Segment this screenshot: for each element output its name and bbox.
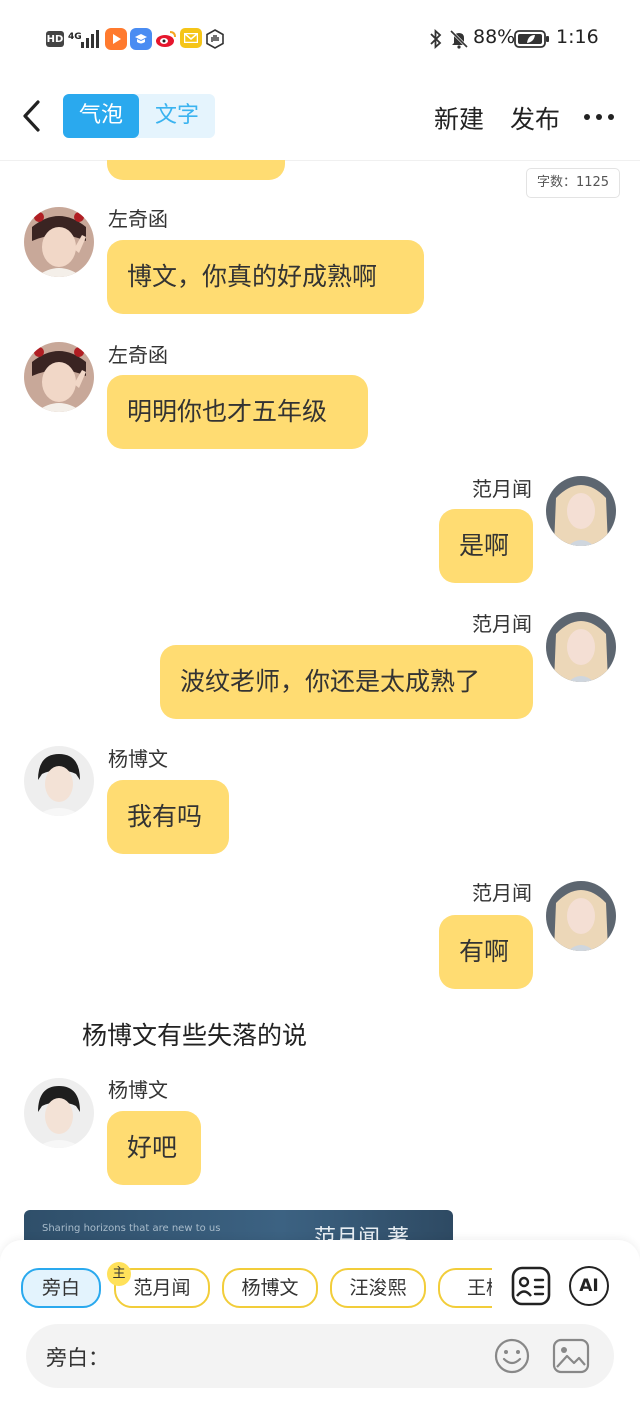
tab-text[interactable]: 文字 xyxy=(139,94,215,138)
word-count-badge: 字数：1125 xyxy=(526,168,620,198)
battery-icon xyxy=(514,28,550,50)
avatar-fanyuewen[interactable] xyxy=(546,476,616,546)
avatar-yangbowen[interactable] xyxy=(24,746,94,816)
mode-switch: 气泡 文字 xyxy=(63,94,215,138)
publish-button[interactable]: 发布 xyxy=(510,100,560,136)
bell-mute-icon xyxy=(449,28,469,50)
more-icon[interactable] xyxy=(584,114,614,120)
weibo-icon xyxy=(155,28,177,50)
character-chip-narrator[interactable]: 旁白 xyxy=(21,1268,101,1308)
top-bar: 气泡 文字 新建 发布 xyxy=(0,80,640,161)
image-icon[interactable] xyxy=(552,1338,590,1374)
avatar-zuoqihan[interactable] xyxy=(24,207,94,277)
character-chip[interactable]: 王櫓 xyxy=(438,1268,492,1308)
back-button[interactable] xyxy=(18,96,50,136)
input-role-label: 旁白： xyxy=(46,1346,109,1370)
compose-panel: 旁白 范月闻 主 杨博文 汪浚熙 王櫓 AI 旁白： xyxy=(0,1240,640,1415)
message-bubble-partial xyxy=(107,160,285,180)
bluetooth-icon xyxy=(428,28,444,50)
emoji-icon[interactable] xyxy=(494,1338,530,1374)
message-bubble[interactable]: 是啊 xyxy=(439,509,533,583)
ai-button[interactable]: AI xyxy=(569,1266,609,1306)
message-bubble[interactable]: 好吧 xyxy=(107,1111,201,1185)
sender-name: 杨博文 xyxy=(108,747,168,771)
learning-app-icon xyxy=(130,28,152,50)
message-bubble[interactable]: 波纹老师，你还是太成熟了 xyxy=(160,645,533,719)
sender-name: 范月闻 xyxy=(472,881,532,905)
sender-name: 左奇函 xyxy=(108,207,168,231)
avatar-yangbowen[interactable] xyxy=(24,1078,94,1148)
video-app-icon xyxy=(105,28,127,50)
message-bubble[interactable]: 明明你也才五年级 xyxy=(107,375,368,449)
sender-name: 杨博文 xyxy=(108,1078,168,1102)
hd-badge: HD xyxy=(46,31,64,47)
image-caption: Sharing horizons that are new to us xyxy=(42,1223,221,1234)
battery-percent: 88% xyxy=(473,26,516,48)
avatar-fanyuewen[interactable] xyxy=(546,612,616,682)
chevron-left-icon xyxy=(23,100,40,132)
status-bar: HD 4G 88% 1:16 xyxy=(0,0,640,80)
narration-input[interactable]: 旁白： xyxy=(26,1324,614,1388)
message-bubble[interactable]: 有啊 xyxy=(439,915,533,989)
clock: 1:16 xyxy=(556,26,599,48)
chip-scroll-clip: 王櫓 xyxy=(438,1268,492,1308)
hand-icon xyxy=(204,28,226,50)
new-button[interactable]: 新建 xyxy=(434,100,484,136)
main-character-badge: 主 xyxy=(107,1262,131,1286)
mail-icon xyxy=(180,28,202,48)
character-chip[interactable]: 杨博文 xyxy=(222,1268,318,1308)
sender-name: 范月闻 xyxy=(472,612,532,636)
narration-text[interactable]: 杨博文有些失落的说 xyxy=(82,1016,307,1052)
message-bubble[interactable]: 博文，你真的好成熟啊 xyxy=(107,240,424,314)
avatar-fanyuewen[interactable] xyxy=(546,881,616,951)
tab-bubble[interactable]: 气泡 xyxy=(63,94,139,138)
message-bubble[interactable]: 我有吗 xyxy=(107,780,229,854)
character-chip[interactable]: 汪浚熙 xyxy=(330,1268,426,1308)
sender-name: 范月闻 xyxy=(472,477,532,501)
character-card-icon[interactable] xyxy=(511,1266,551,1306)
avatar-zuoqihan[interactable] xyxy=(24,342,94,412)
signal-icon xyxy=(80,28,100,50)
sender-name: 左奇函 xyxy=(108,343,168,367)
